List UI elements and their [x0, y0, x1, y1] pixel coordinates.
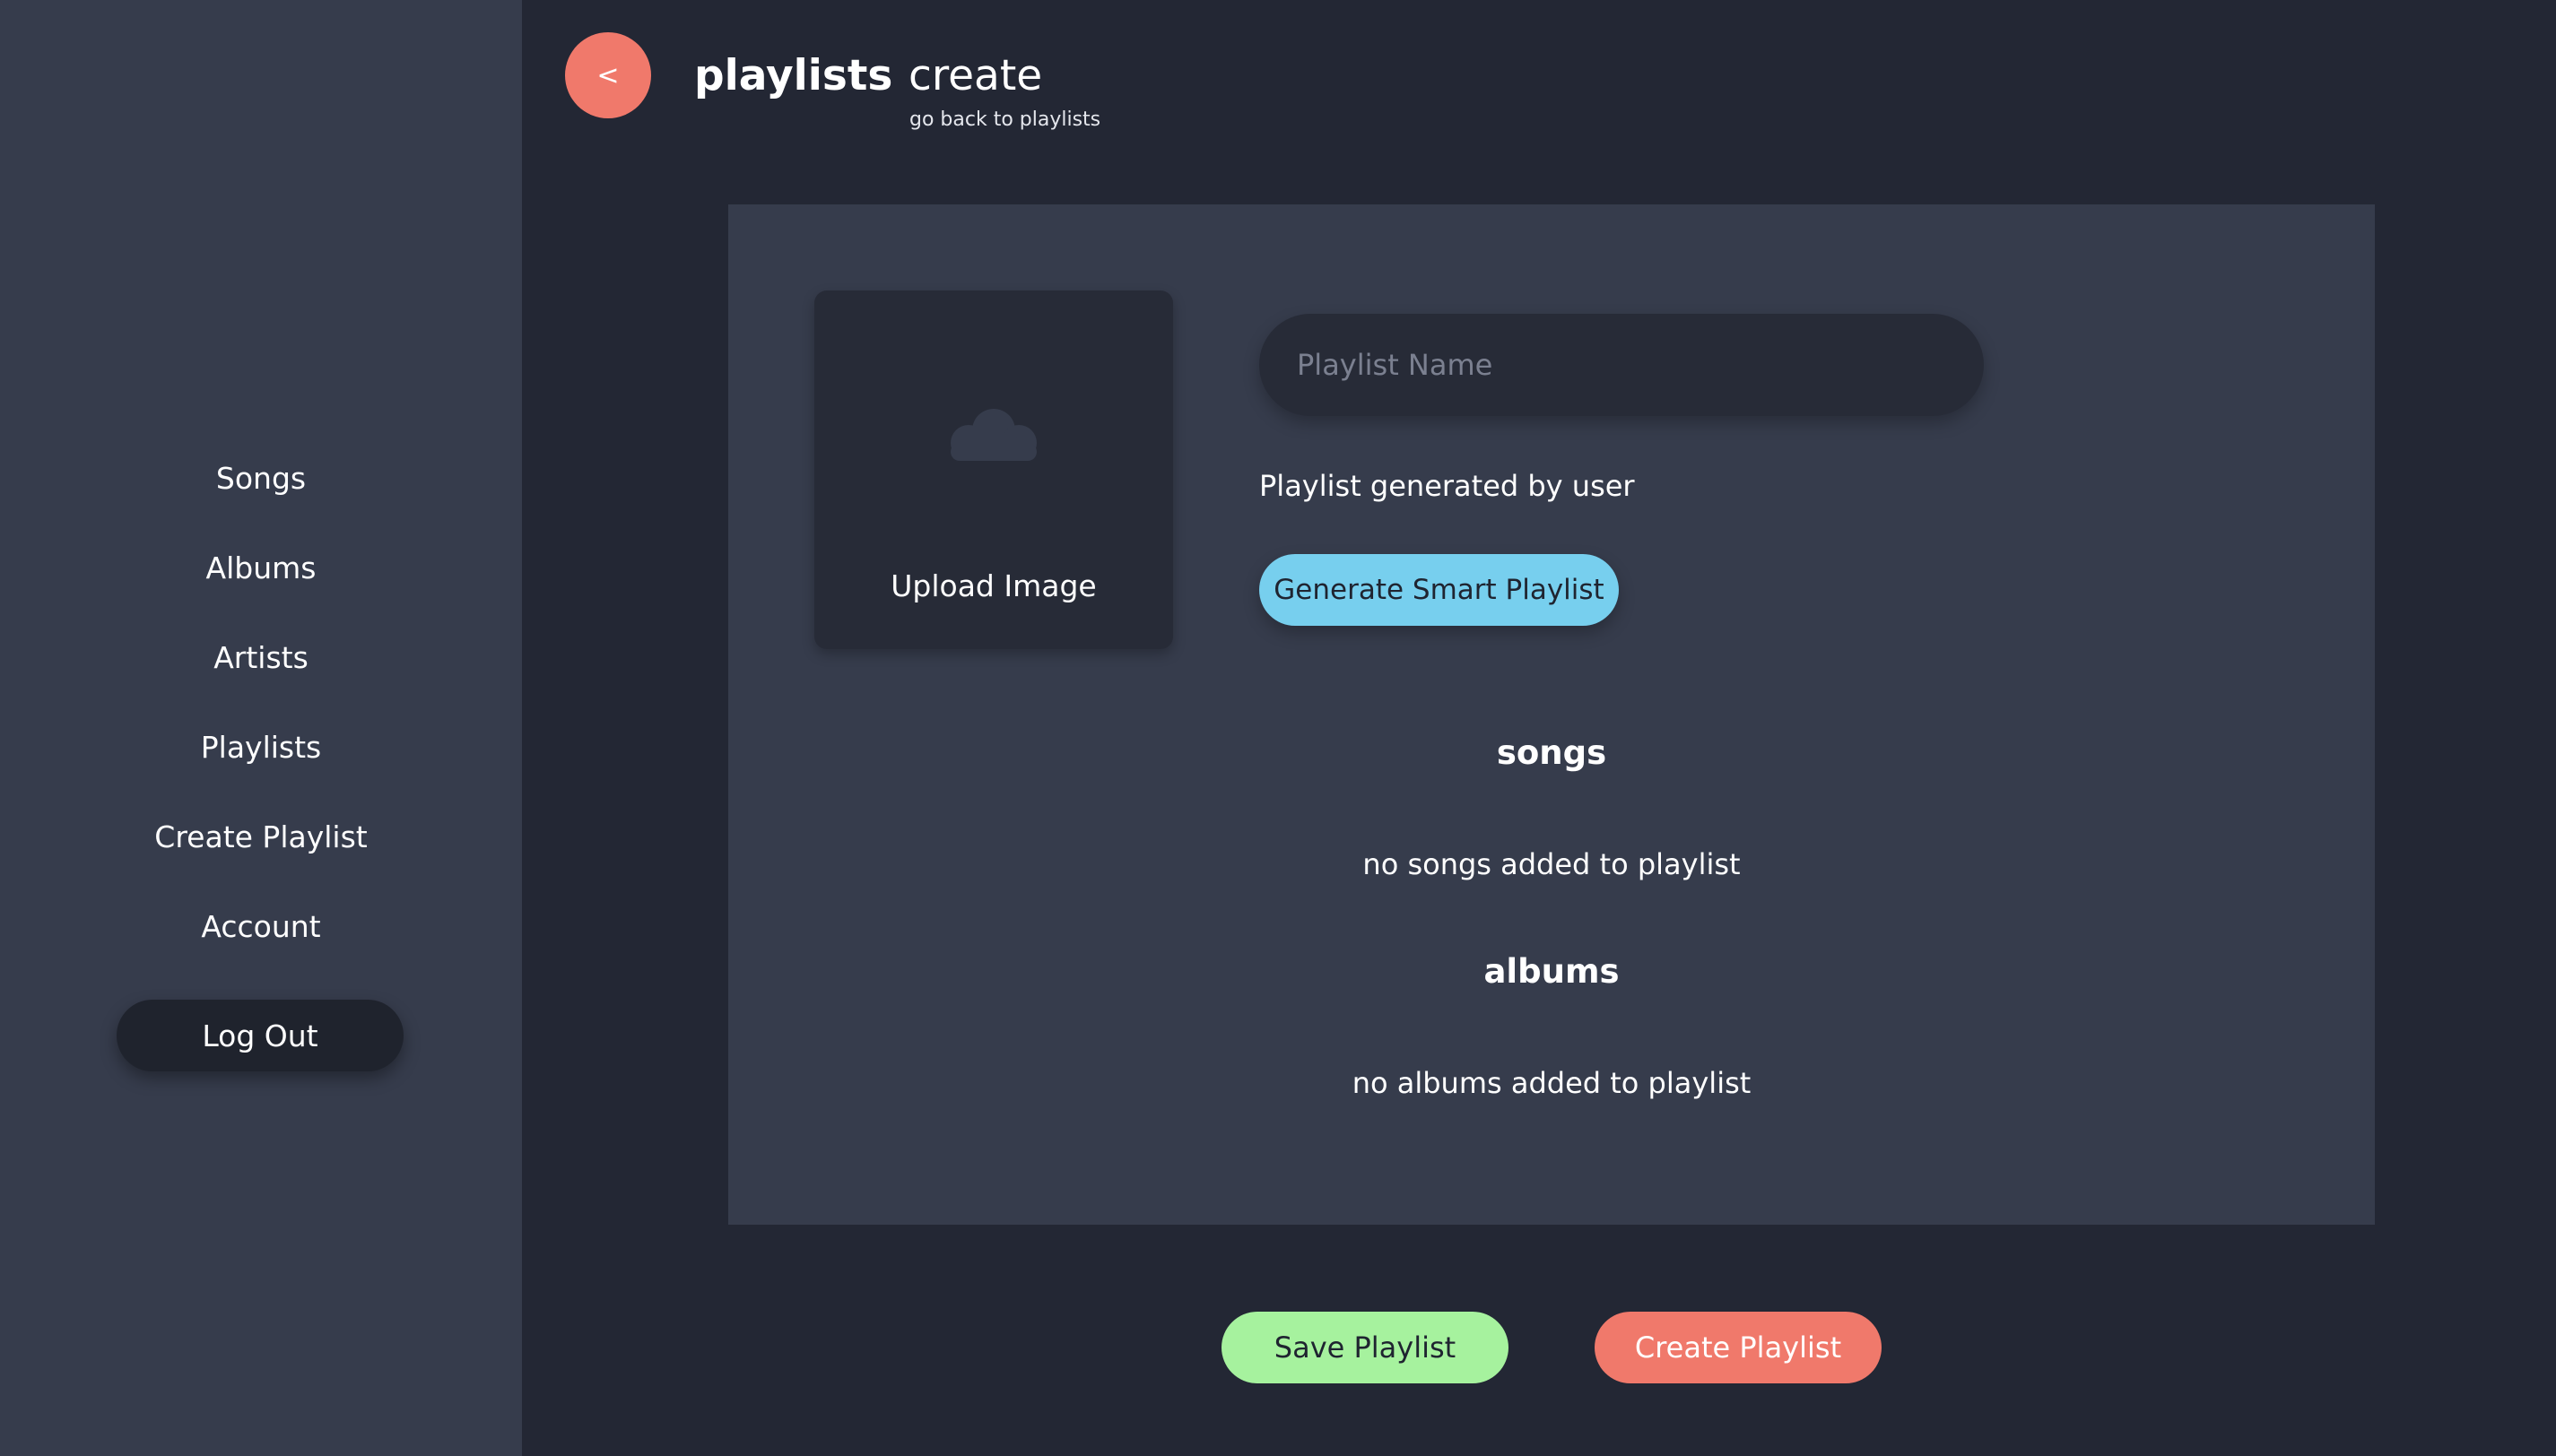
generate-smart-playlist-button[interactable]: Generate Smart Playlist [1259, 554, 1619, 626]
cloud-icon [951, 409, 1037, 461]
back-to-playlists-link[interactable]: go back to playlists [909, 108, 1100, 131]
upload-image-button[interactable]: Upload Image [814, 290, 1173, 649]
sidebar-item-account[interactable]: Account [0, 907, 522, 947]
songs-empty-message: no songs added to playlist [1362, 847, 1741, 881]
sidebar-item-artists[interactable]: Artists [0, 638, 522, 678]
create-playlist-button[interactable]: Create Playlist [1595, 1312, 1882, 1383]
app-root: Songs Albums Artists Playlists Create Pl… [0, 0, 2556, 1456]
upload-image-label: Upload Image [891, 568, 1097, 603]
playlist-generated-by: Playlist generated by user [1259, 469, 1635, 503]
sidebar-item-albums[interactable]: Albums [0, 549, 522, 588]
songs-heading: songs [1496, 733, 1607, 772]
playlist-name-input[interactable] [1259, 314, 1984, 416]
albums-empty-message: no albums added to playlist [1352, 1066, 1752, 1100]
save-playlist-button[interactable]: Save Playlist [1221, 1312, 1508, 1383]
sidebar-item-create-playlist[interactable]: Create Playlist [0, 818, 522, 857]
sidebar-item-playlists[interactable]: Playlists [0, 728, 522, 767]
playlist-editor-card: Upload Image Playlist generated by user … [728, 204, 2375, 1225]
albums-heading: albums [1483, 952, 1620, 991]
chevron-left-icon: < [596, 59, 620, 91]
sidebar-item-songs[interactable]: Songs [0, 459, 522, 498]
page-title: playlists [694, 51, 893, 100]
page-subtitle: create [909, 51, 1043, 100]
logout-button[interactable]: Log Out [117, 1000, 404, 1071]
back-button[interactable]: < [565, 32, 651, 118]
sidebar: Songs Albums Artists Playlists Create Pl… [0, 0, 522, 1456]
